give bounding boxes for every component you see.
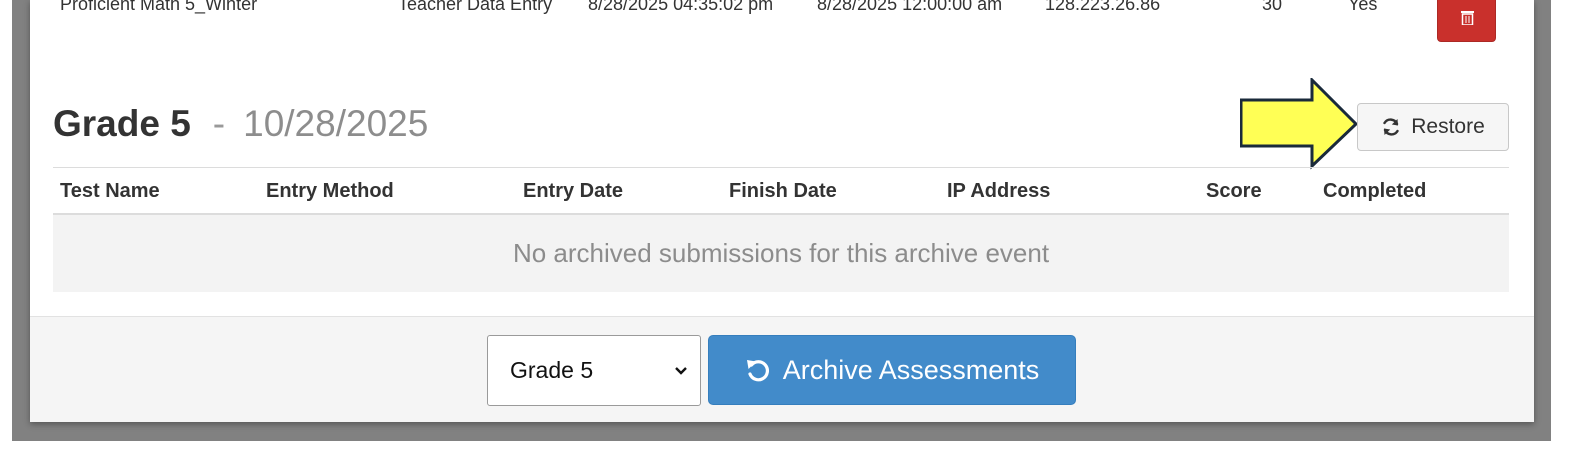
archive-modal: Proficient Math 5_Winter Teacher Data En…: [30, 0, 1534, 422]
undo-icon: [746, 360, 769, 382]
cell-score: 30: [1262, 0, 1283, 14]
table-header: Test Name Entry Method Entry Date Finish…: [53, 168, 1509, 215]
restore-button[interactable]: Restore: [1357, 103, 1509, 151]
cell-finish-date: 8/28/2025 12:00:00 am: [817, 0, 1003, 14]
arrow-callout-icon: [1240, 78, 1358, 170]
cell-completed: Yes: [1348, 0, 1378, 14]
column-header: IP Address: [947, 180, 1051, 202]
column-header: Finish Date: [729, 180, 837, 202]
column-header: Entry Date: [523, 180, 624, 202]
column-header: Completed: [1323, 180, 1427, 202]
chevron-down-icon: [675, 366, 687, 375]
grade-select[interactable]: Grade 5: [487, 335, 701, 406]
archive-assessments-button[interactable]: Archive Assessments: [708, 335, 1076, 405]
trash-icon: [1461, 11, 1474, 25]
archive-button-label: Archive Assessments: [782, 354, 1040, 385]
heading-separator: -: [212, 103, 226, 144]
column-header: Test Name: [60, 180, 160, 202]
restore-label: Restore: [1411, 115, 1485, 138]
modal-footer: Grade 5 Archive Assessments: [30, 316, 1534, 422]
archive-heading: Grade 5-10/28/2025: [53, 100, 428, 148]
archive-date: 10/28/2025: [243, 103, 429, 144]
column-header: Score: [1206, 180, 1262, 202]
grade-select-value: Grade 5: [510, 357, 594, 383]
cell-entry-date: 8/28/2025 04:35:02 pm: [588, 0, 774, 14]
delete-button[interactable]: [1437, 0, 1496, 42]
refresh-icon: [1383, 118, 1399, 136]
cell-ip-address: 128.223.26.86: [1045, 0, 1161, 14]
cell-entry-method: Teacher Data Entry: [398, 0, 553, 14]
cell-test-name: Proficient Math 5_Winter: [60, 0, 258, 14]
column-header: Entry Method: [266, 180, 394, 202]
empty-message: No archived submissions for this archive…: [53, 215, 1509, 292]
table-row: Proficient Math 5_Winter Teacher Data En…: [30, 0, 1534, 44]
archive-grade: Grade 5: [53, 103, 191, 144]
